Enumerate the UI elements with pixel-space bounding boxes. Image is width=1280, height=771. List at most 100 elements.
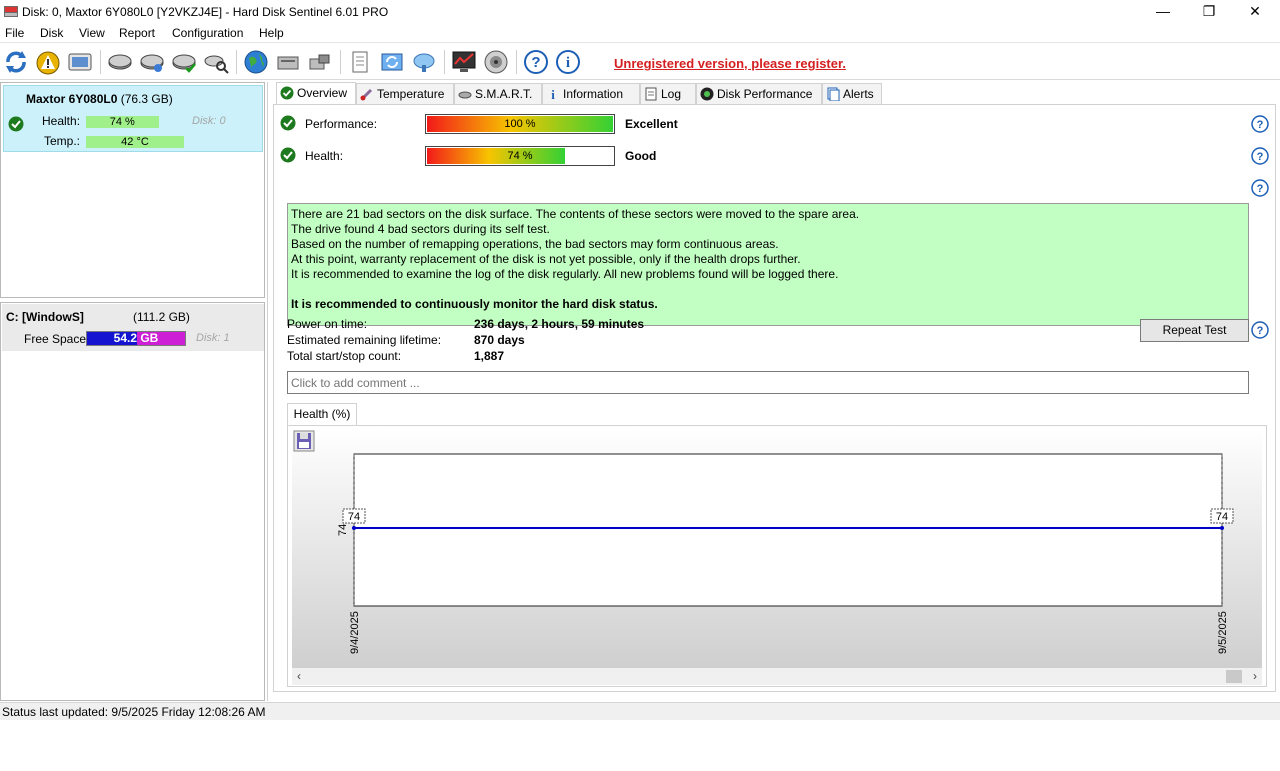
x-tick-label: 9/4/2025 <box>349 611 361 654</box>
tab-disk-performance[interactable]: Disk Performance <box>696 83 822 104</box>
tab-health-chart[interactable]: Health (%) <box>287 403 357 425</box>
power-on-value: 236 days, 2 hours, 59 minutes <box>474 317 645 331</box>
health-bar: 74 % <box>425 146 615 166</box>
disk-search-icon[interactable] <box>203 49 229 75</box>
smart-icon <box>458 91 472 99</box>
disk-number: Disk: 0 <box>192 115 226 127</box>
title-bar: Disk: 0, Maxtor 6Y080L0 [Y2VKZJ4E] - Har… <box>0 0 1280 24</box>
menu-view[interactable]: View <box>79 26 105 40</box>
svg-text:i: i <box>551 87 555 101</box>
message-line: There are 21 bad sectors on the disk sur… <box>291 207 860 221</box>
window-title: Disk: 0, Maxtor 6Y080L0 [Y2VKZJ4E] - Har… <box>22 5 389 19</box>
tab-overview-label: Overview <box>297 86 348 100</box>
menu-bar: File Disk View Report Configuration Help <box>0 24 1280 43</box>
toolbar-separator <box>516 50 517 74</box>
chart-scrollbar[interactable]: ‹ › <box>292 668 1262 685</box>
tab-temperature[interactable]: Temperature <box>356 83 454 104</box>
volume-size: (111.2 GB) <box>133 310 190 324</box>
menu-disk[interactable]: Disk <box>40 26 63 40</box>
alert-icon[interactable] <box>35 49 61 75</box>
disk-test-2-icon[interactable] <box>139 49 165 75</box>
tab-information[interactable]: i Information <box>542 83 640 104</box>
app-icon <box>4 6 18 17</box>
volume-name: C: [WindowS] <box>6 310 84 324</box>
scroll-right-icon[interactable]: › <box>1248 668 1262 685</box>
free-space-label: Free Space <box>24 332 87 346</box>
overview-panel: Performance: 100 % Excellent ? Health: 7… <box>273 104 1276 692</box>
data-label: 74 <box>348 511 360 523</box>
disk-card[interactable]: Maxtor 6Y080L0 (76.3 GB) Health: 74 % Di… <box>3 85 263 152</box>
repeat-test-button[interactable]: Repeat Test <box>1140 319 1249 342</box>
scroll-thumb[interactable] <box>1226 670 1242 683</box>
thermometer-icon <box>360 88 373 101</box>
free-space-bar: 54.2 GB <box>86 331 186 346</box>
toolbar: ? i Unregistered version, please registe… <box>0 44 1280 80</box>
tab-disk-performance-label: Disk Performance <box>717 87 813 101</box>
comment-input[interactable] <box>287 371 1249 394</box>
help-icon[interactable]: ? <box>1251 179 1269 197</box>
x-tick-label: 9/5/2025 <box>1217 611 1229 654</box>
main-content: Overview Temperature S.M.A.R.T. i Inform… <box>267 82 1280 701</box>
register-link[interactable]: Unregistered version, please register. <box>614 56 846 71</box>
volume-card[interactable]: C: [WindowS] (111.2 GB) Free Space 54.2 … <box>2 304 264 351</box>
start-stop-label: Total start/stop count: <box>287 349 402 363</box>
tab-temperature-label: Temperature <box>377 87 445 101</box>
close-button[interactable]: ✕ <box>1232 0 1278 22</box>
performance-ok-icon <box>280 115 296 131</box>
maximize-button[interactable]: ❐ <box>1186 0 1232 22</box>
help-icon[interactable]: ? <box>523 49 549 75</box>
info-icon[interactable]: i <box>555 49 581 75</box>
server-icon[interactable] <box>275 49 301 75</box>
y-tick-label: 74 <box>337 524 349 536</box>
svg-text:?: ? <box>1257 119 1264 131</box>
performance-bar: 100 % <box>425 114 615 134</box>
health-line-chart: 74 9/4/2025 74 9/5/2025 74 <box>337 453 1234 654</box>
tab-information-label: Information <box>563 87 624 101</box>
message-line: The drive found 4 bad sectors during its… <box>291 222 550 236</box>
disk-info-icon[interactable] <box>67 49 93 75</box>
health-chart-panel: 74 9/4/2025 74 9/5/2025 74 ‹ › <box>287 425 1267 687</box>
performance-value: 100 % <box>504 118 536 130</box>
cloud-icon[interactable] <box>411 49 437 75</box>
help-icon[interactable]: ? <box>1251 321 1269 339</box>
speaker-icon[interactable] <box>483 49 509 75</box>
tab-log[interactable]: Log <box>640 83 696 104</box>
help-icon[interactable]: ? <box>1251 115 1269 133</box>
alerts-icon <box>827 87 840 101</box>
sync-icon[interactable] <box>379 49 405 75</box>
tab-smart[interactable]: S.M.A.R.T. <box>454 83 542 104</box>
menu-help[interactable]: Help <box>259 26 284 40</box>
scroll-left-icon[interactable]: ‹ <box>292 668 306 685</box>
disk-health-bar: 74 % <box>86 116 159 128</box>
tab-overview[interactable]: Overview <box>276 82 356 105</box>
network-disk-icon[interactable] <box>307 49 333 75</box>
volume-list-panel: C: [WindowS] (111.2 GB) Free Space 54.2 … <box>0 302 265 701</box>
toolbar-separator <box>444 50 445 74</box>
refresh-icon[interactable] <box>3 49 29 75</box>
lifetime-value: 870 days <box>474 333 525 347</box>
tab-log-label: Log <box>661 87 682 101</box>
menu-configuration[interactable]: Configuration <box>172 26 243 40</box>
performance-rating: Excellent <box>625 117 678 131</box>
tab-alerts[interactable]: Alerts <box>822 83 882 104</box>
help-icon[interactable]: ? <box>1251 147 1269 165</box>
health-label: Health: <box>305 149 344 163</box>
status-ok-icon <box>8 116 24 132</box>
check-icon <box>280 86 294 100</box>
gauge-icon <box>700 87 714 101</box>
message-line: At this point, warranty replacement of t… <box>291 252 801 266</box>
menu-file[interactable]: File <box>5 26 24 40</box>
minimize-button[interactable]: — <box>1140 0 1186 22</box>
data-label: 74 <box>1216 511 1228 523</box>
disk-check-icon[interactable] <box>171 49 197 75</box>
disk-test-icon[interactable] <box>107 49 133 75</box>
free-space-value: 54.2 GB <box>113 331 159 345</box>
monitor-chart-icon[interactable] <box>451 49 477 75</box>
globe-icon[interactable] <box>243 49 269 75</box>
volume-disk-number: Disk: 1 <box>196 332 230 344</box>
menu-report[interactable]: Report <box>119 26 155 40</box>
message-line: It is recommended to examine the log of … <box>291 267 839 281</box>
information-icon: i <box>551 87 555 101</box>
document-icon[interactable] <box>347 49 373 75</box>
toolbar-separator <box>236 50 237 74</box>
